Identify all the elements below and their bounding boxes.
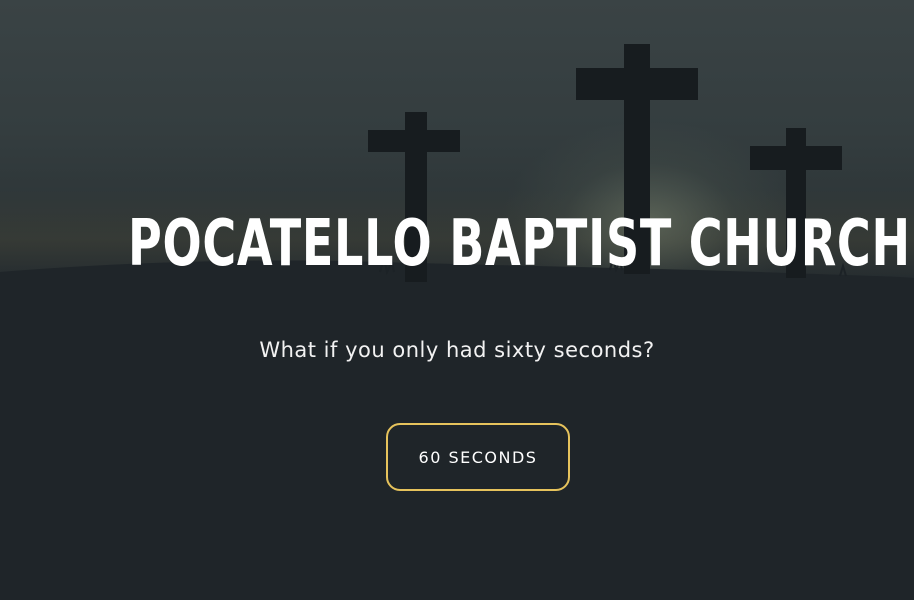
hero-subtitle: What if you only had sixty seconds?: [259, 338, 655, 362]
page-title: POCATELLO BAPTIST CHURCH: [127, 207, 911, 281]
hero-section: POCATELLO BAPTIST CHURCH What if you onl…: [0, 0, 914, 600]
three-crosses-silhouette-image: [0, 44, 914, 600]
sixty-seconds-button[interactable]: 60 SECONDS: [386, 423, 570, 491]
